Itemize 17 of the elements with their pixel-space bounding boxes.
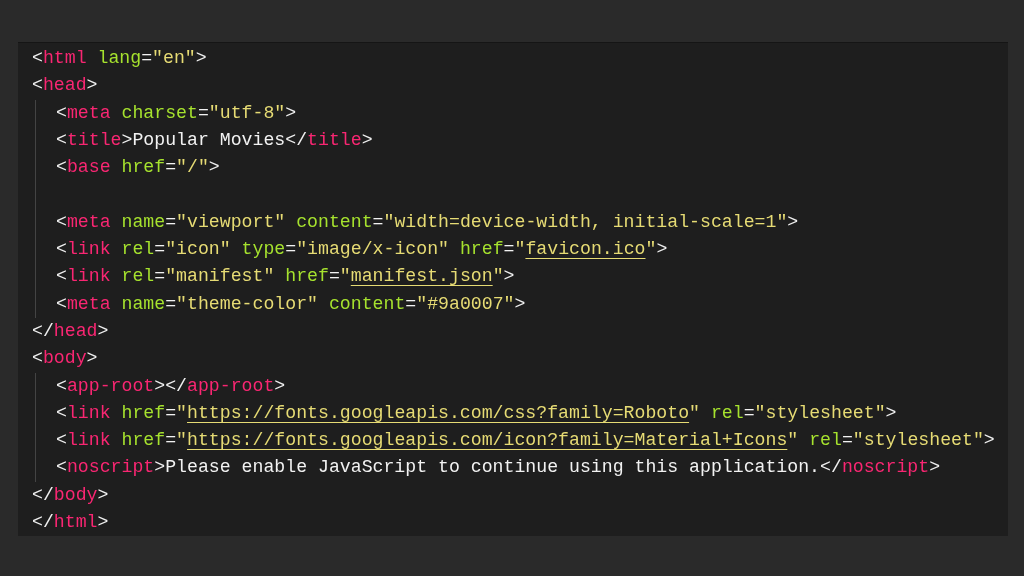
code-line: <app-root></app-root> (56, 374, 286, 398)
code-line: <link rel="manifest" href="manifest.json"> (56, 265, 515, 289)
code-line: <body> (32, 347, 98, 371)
code-line: </html> (32, 511, 109, 535)
code-line: <link href="https://fonts.googleapis.com/icon?family=Material+Icons" rel="stylesheet"> (56, 429, 995, 453)
code-line: <head> (32, 74, 98, 98)
code-line: <meta name="viewport" content="width=device-width, initial-scale=1"> (56, 210, 799, 234)
code-line: <base href="/"> (56, 156, 220, 180)
code-line: <noscript>Please enable JavaScript to continue using this application.</noscript> (56, 456, 941, 480)
code-line: <html lang="en"> (32, 47, 207, 70)
code-line: </head> (32, 319, 109, 343)
code-line: <meta name="theme-color" content="#9a0007"> (56, 292, 526, 316)
code-line: <link href="https://fonts.googleapis.com/css?family=Roboto" rel="stylesheet"> (56, 401, 897, 425)
code-line: <link rel="icon" type="image/x-icon" href="favicon.ico"> (56, 238, 668, 262)
code-line: </body> (32, 483, 109, 507)
code-line: <meta charset="utf-8"> (56, 101, 297, 125)
code-line: <title>Popular Movies</title> (56, 128, 373, 152)
